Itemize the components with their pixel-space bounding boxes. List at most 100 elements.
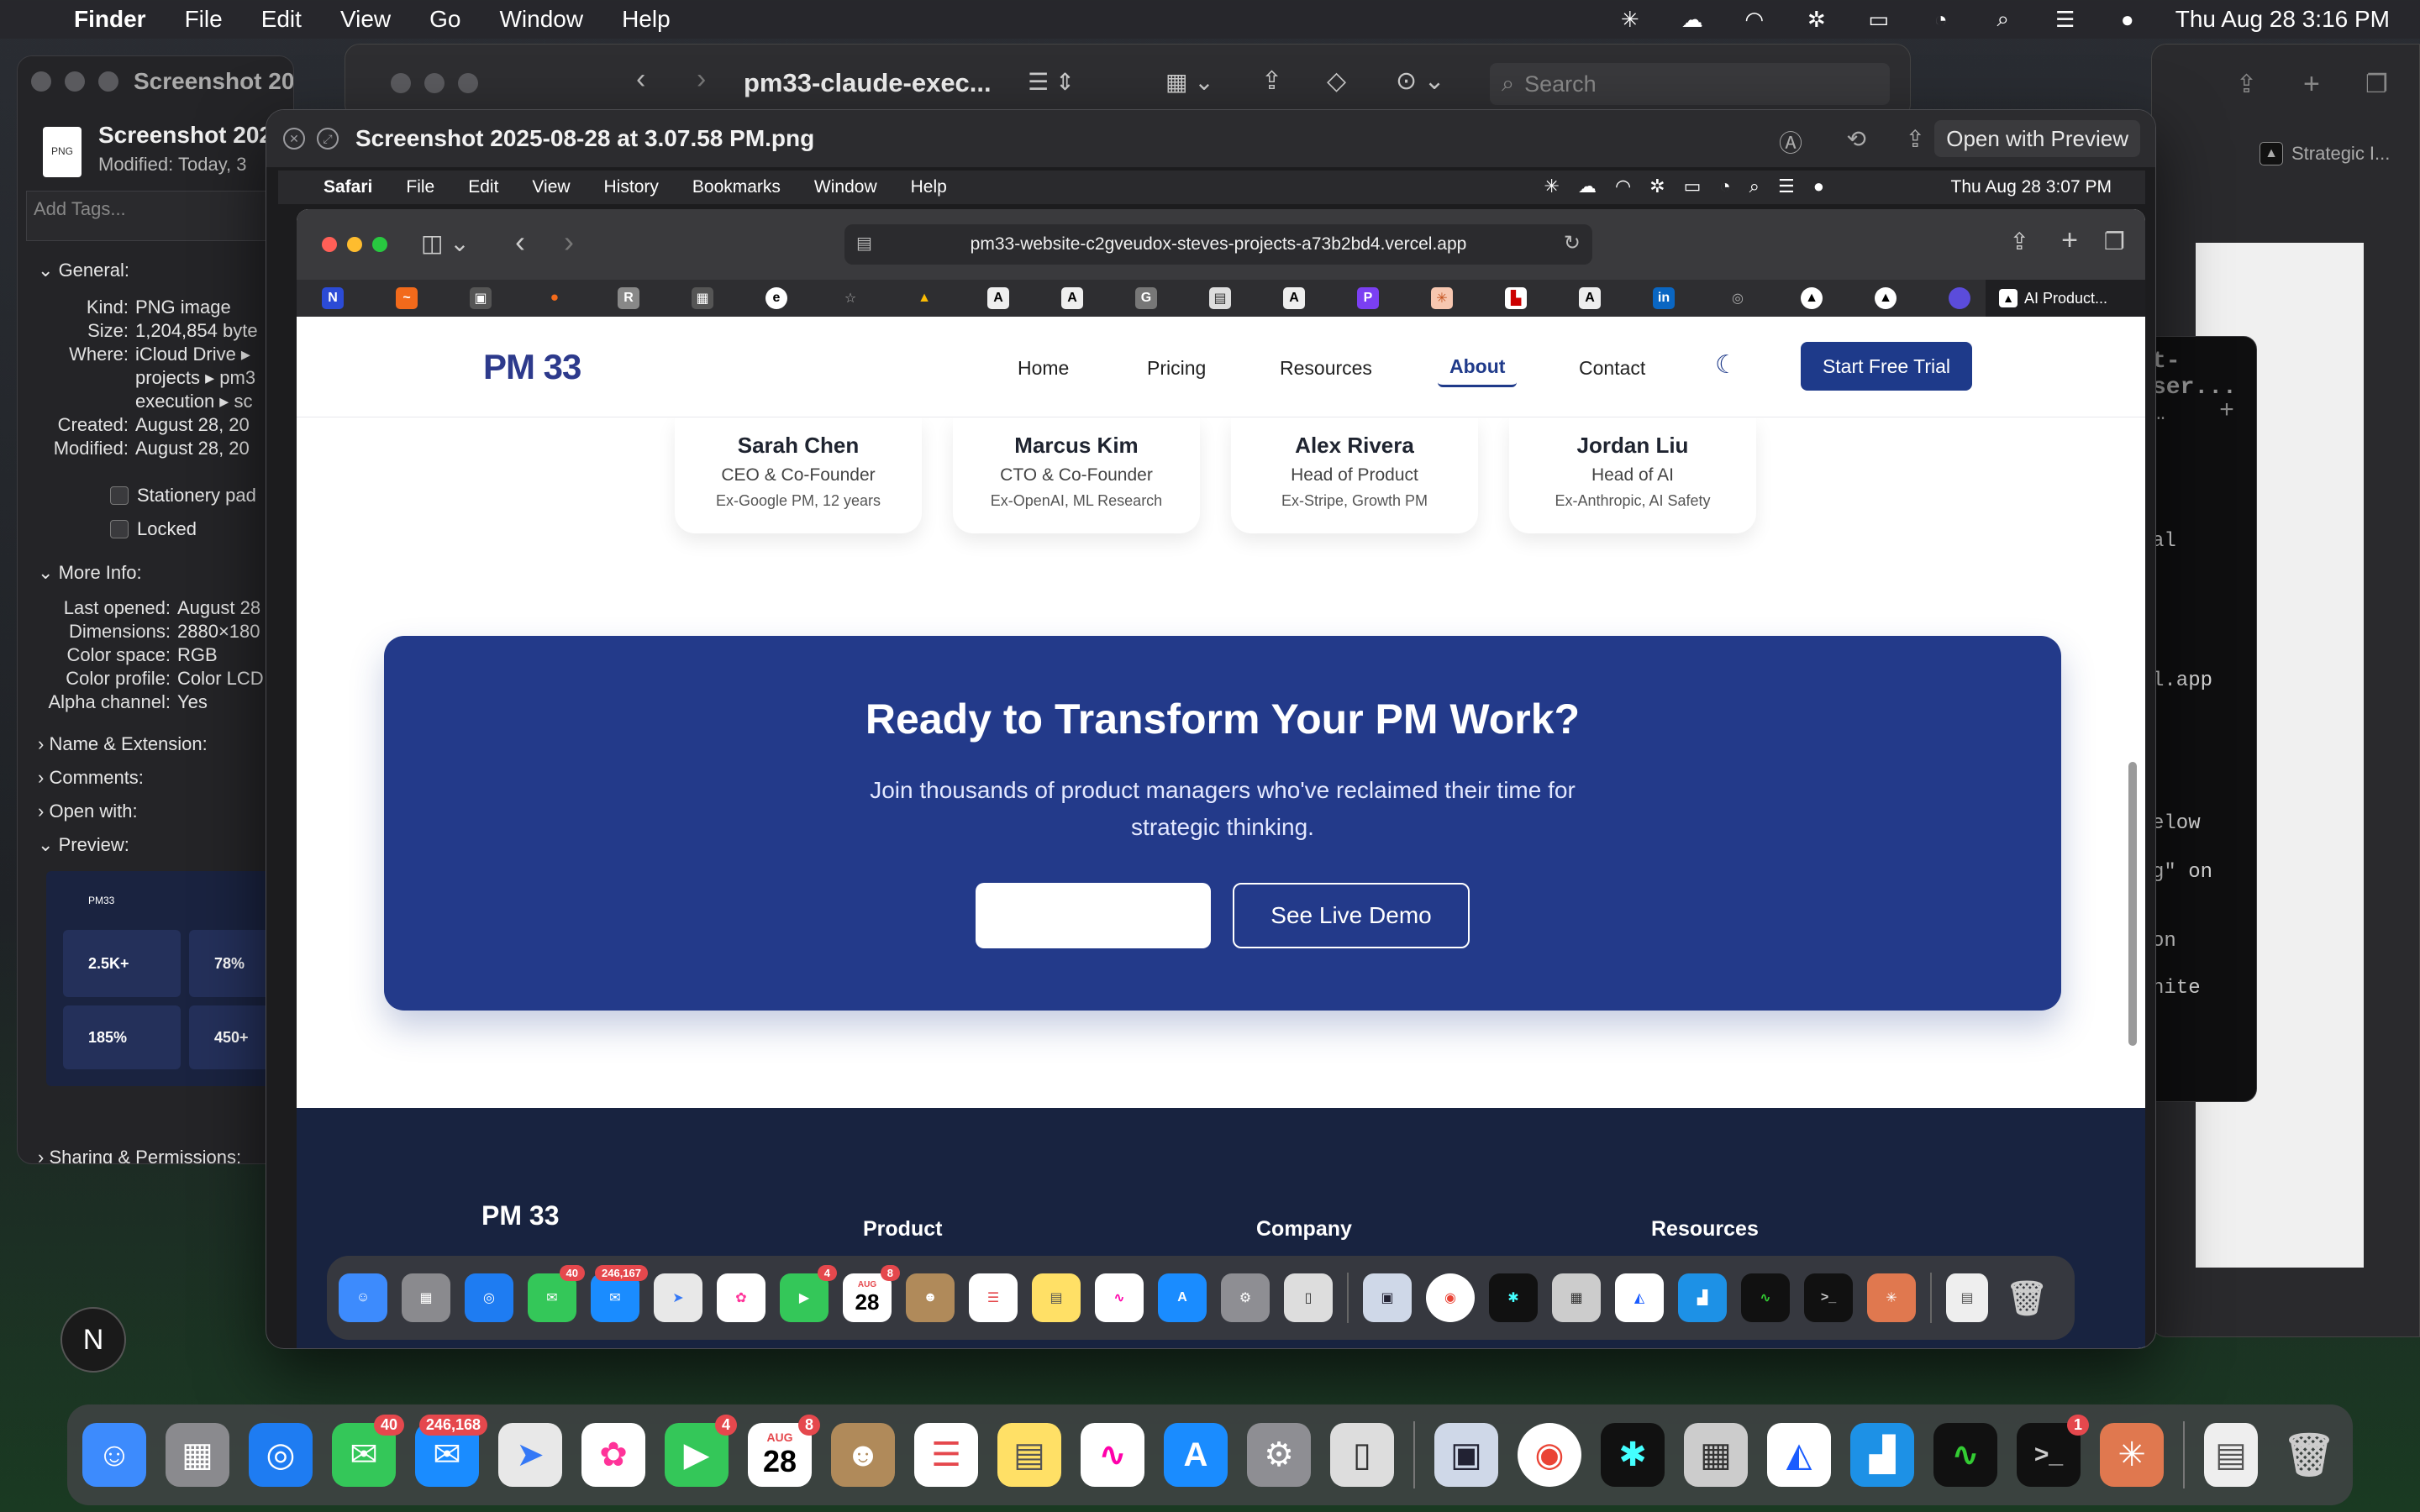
orb-favicon-icon[interactable] [1949, 287, 1970, 309]
close-icon[interactable]: ✕ [283, 128, 305, 150]
sharing-permissions-toggle[interactable]: › Sharing & Permissions: [38, 1147, 241, 1163]
close-button[interactable] [391, 73, 411, 93]
comments-toggle[interactable]: › Comments: [38, 767, 144, 789]
nav-home[interactable]: Home [1018, 357, 1069, 380]
contacts-icon[interactable]: ☻ [831, 1423, 895, 1487]
calendar-icon[interactable]: AUG 28 8 [748, 1415, 820, 1487]
activity-monitor-icon[interactable]: ∿ [1933, 1423, 1997, 1487]
more-actions-icon[interactable]: ⊙ ⌄ [1396, 66, 1445, 96]
anthropic-favicon-icon[interactable]: A [1061, 287, 1083, 309]
figma-favicon-icon[interactable]: ⚫ [544, 287, 566, 309]
share-icon[interactable]: ⇪ [2236, 70, 2257, 99]
app-store-icon[interactable]: A [1164, 1423, 1228, 1487]
share-icon[interactable]: ⇪ [2010, 228, 2029, 255]
document-icon[interactable]: ▤ [2204, 1423, 2258, 1487]
address-bar[interactable]: ▤ pm33-website-c2gveudox-steves-projects… [844, 224, 1592, 265]
docker-icon[interactable]: ▟ [1850, 1423, 1914, 1487]
share-icon[interactable]: ⇪ [1906, 125, 1925, 153]
compass-favicon-icon[interactable]: ◎ [1727, 287, 1749, 309]
menu-window[interactable]: Window [499, 6, 583, 33]
launchpad-icon[interactable]: ▦ [166, 1423, 229, 1487]
share-icon[interactable]: ⇪ [1261, 66, 1282, 96]
open-with-preview-button[interactable]: Open with Preview [1934, 120, 2140, 157]
zoom-button[interactable] [98, 71, 118, 92]
photos-icon[interactable]: ✿ [581, 1423, 645, 1487]
tag-icon[interactable]: ◇ [1327, 66, 1346, 96]
reminders-icon[interactable]: ☰ [914, 1423, 978, 1487]
new-tab-icon[interactable]: + [2061, 224, 2078, 257]
vercel-favicon-icon[interactable]: ▲ [1875, 287, 1897, 309]
calculator-icon[interactable]: ▦ [1684, 1423, 1748, 1487]
claude-status-icon[interactable]: ✳ [1616, 7, 1644, 32]
nav-start-trial-button[interactable]: Start Free Trial [1801, 342, 1972, 391]
claude-app-icon[interactable]: ✳ [2100, 1423, 2164, 1487]
chrome-icon[interactable]: ◉ [1518, 1423, 1581, 1487]
wifi-icon[interactable]: ◔ [1927, 7, 1955, 32]
tab-overview-icon[interactable]: ❐ [2104, 228, 2125, 255]
preview-app-icon[interactable]: ▣ [1434, 1423, 1498, 1487]
forward-icon[interactable]: › [697, 63, 706, 96]
zoom-button[interactable] [372, 237, 387, 252]
cta-start-trial-button[interactable]: Start Free Trial [976, 883, 1211, 948]
anthropic-favicon-icon[interactable]: A [1579, 287, 1601, 309]
nav-pricing[interactable]: Pricing [1147, 357, 1206, 380]
notion-floating-icon[interactable]: N [60, 1307, 126, 1373]
preview-toggle[interactable]: ⌄ Preview: [38, 834, 129, 856]
siri-icon[interactable]: ● [2113, 7, 2142, 32]
page-scrollbar[interactable] [2128, 762, 2137, 1046]
terminal-icon[interactable]: >_ 1 [2017, 1415, 2089, 1487]
new-tab-icon[interactable]: + [2303, 68, 2320, 101]
spotlight-search-icon[interactable]: ⌕ [1989, 6, 2018, 32]
grid-favicon-icon[interactable]: ▦ [692, 287, 713, 309]
close-button[interactable] [31, 71, 51, 92]
system-settings-icon[interactable]: ⚙ [1247, 1423, 1311, 1487]
bug-status-icon[interactable]: ✲ [1802, 7, 1831, 32]
perplexity-icon[interactable]: ✱ [1601, 1423, 1665, 1487]
control-center-icon[interactable]: ☰ [2051, 7, 2080, 32]
rotate-icon[interactable]: ⟲ [1847, 125, 1866, 153]
minimize-button[interactable] [65, 71, 85, 92]
forward-icon[interactable]: › [564, 224, 574, 260]
notes-icon[interactable]: ▤ [997, 1423, 1061, 1487]
p-favicon-icon[interactable]: P [1357, 287, 1379, 309]
add-tab-icon[interactable]: + [2219, 397, 2234, 426]
reload-icon[interactable]: ↻ [1564, 231, 1581, 255]
anthropic-favicon-icon[interactable]: A [987, 287, 1009, 309]
sidebar-icon[interactable]: ◫ ⌄ [421, 229, 470, 257]
nordvpn-icon[interactable]: ◭ [1767, 1423, 1831, 1487]
doc-favicon-icon[interactable]: ▤ [1209, 287, 1231, 309]
list-view-icon[interactable]: ☰ ⇕ [1028, 68, 1075, 96]
minimize-button[interactable] [424, 73, 445, 93]
tags-input[interactable]: Add Tags... [26, 191, 293, 241]
active-tab[interactable]: ▲ AI Product... [1986, 280, 2145, 317]
menu-edit[interactable]: Edit [261, 6, 302, 33]
activity-favicon-icon[interactable]: ~ [396, 287, 418, 309]
close-button[interactable] [322, 237, 337, 252]
menu-clock[interactable]: Thu Aug 28 3:16 PM [2175, 6, 2390, 33]
battery-icon[interactable]: ▭ [1865, 7, 1893, 32]
bookmark-star-icon[interactable]: ☆ [839, 287, 861, 309]
open-with-toggle[interactable]: › Open with: [38, 801, 138, 822]
markup-icon[interactable]: Ⓐ [1779, 125, 1802, 159]
e-favicon-icon[interactable]: e [765, 287, 787, 309]
notion-favicon-icon[interactable]: N [322, 287, 344, 309]
stationery-checkbox[interactable]: Stationery pad [110, 485, 256, 507]
chart-favicon-icon[interactable]: ▙ [1505, 287, 1527, 309]
r-favicon-icon[interactable]: R [618, 287, 639, 309]
messages-icon[interactable]: ✉ 40 [332, 1415, 404, 1487]
finder-icon[interactable]: ☺ [82, 1423, 146, 1487]
zoom-button[interactable] [458, 73, 478, 93]
vpn-status-icon[interactable]: ◠ [1740, 7, 1769, 32]
safari-icon[interactable]: ◎ [249, 1423, 313, 1487]
google-drive-favicon-icon[interactable]: ▲ [913, 287, 935, 309]
page-settings-icon[interactable]: ▤ [856, 233, 872, 254]
cloud-status-icon[interactable]: ☁ [1678, 7, 1707, 32]
tab-strategic[interactable]: ▲ Strategic I... [2260, 137, 2420, 171]
menu-file[interactable]: File [185, 6, 223, 33]
general-section-toggle[interactable]: ⌄ General: [38, 260, 129, 281]
g-favicon-icon[interactable]: G [1135, 287, 1157, 309]
anthropic-favicon-icon[interactable]: A [1283, 287, 1305, 309]
tab-overview-icon[interactable]: ❐ [2365, 70, 2388, 99]
mail-icon[interactable]: ✉ 246,168 [415, 1415, 487, 1487]
more-info-section-toggle[interactable]: ⌄ More Info: [38, 562, 142, 584]
